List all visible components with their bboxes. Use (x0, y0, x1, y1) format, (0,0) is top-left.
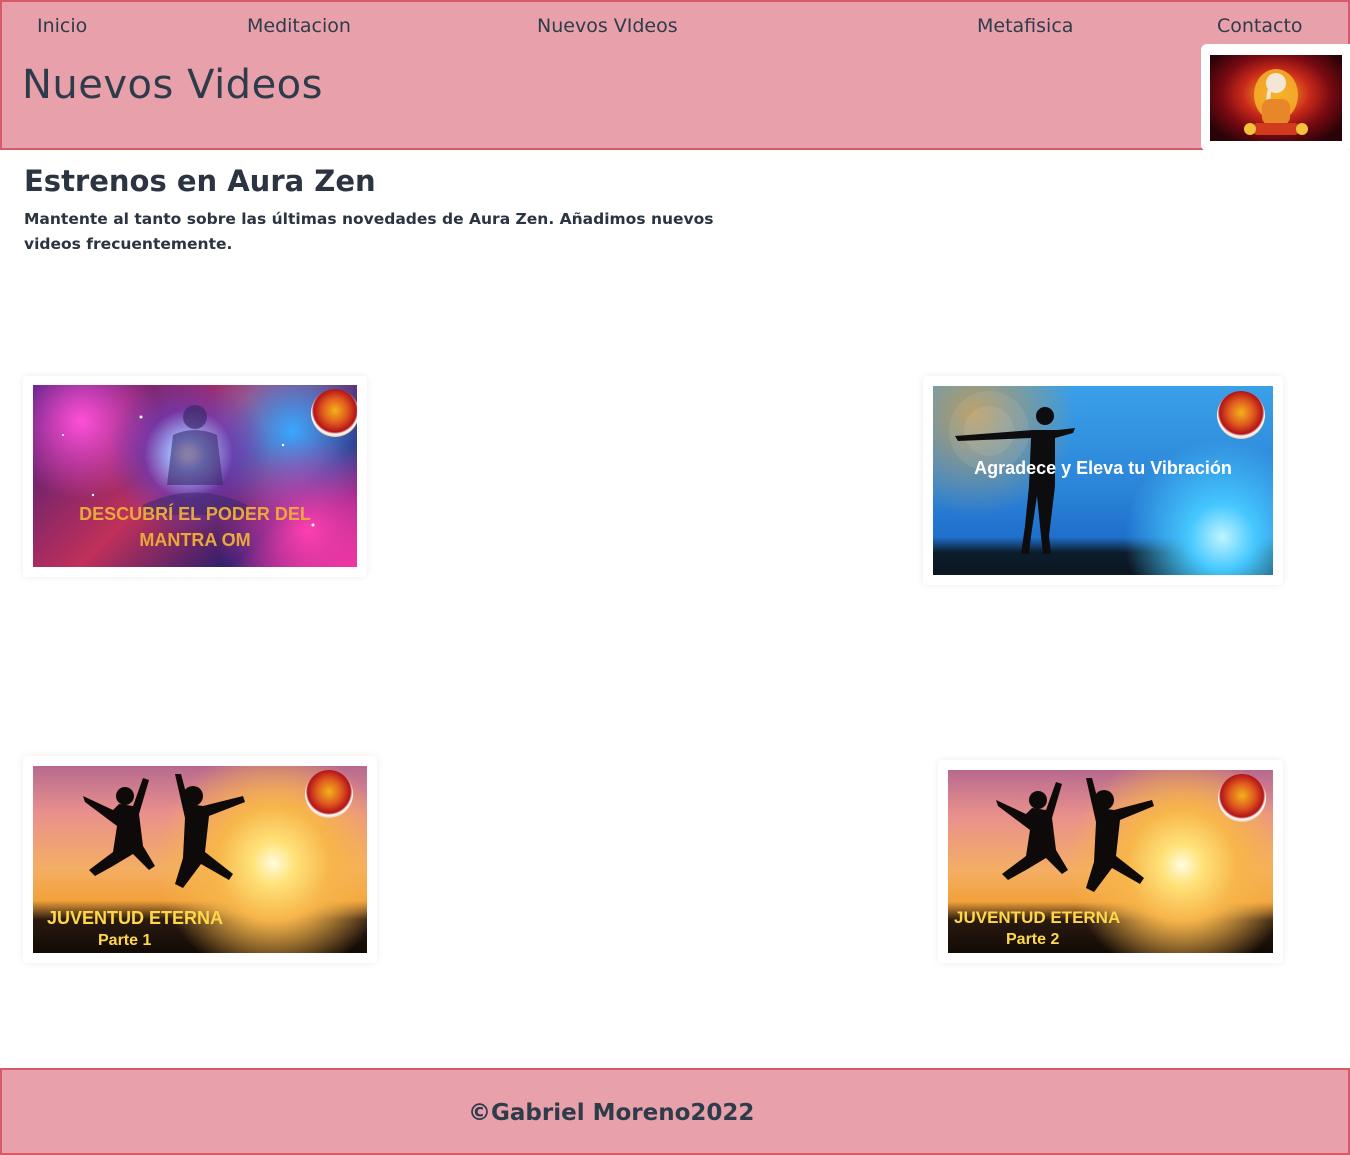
nav-inicio[interactable]: Inicio (37, 15, 87, 37)
thumbnail-title-line1: DESCUBRÍ EL PODER DEL (79, 504, 311, 524)
nav-contacto[interactable]: Contacto (1217, 15, 1303, 37)
nav-nuevos-videos[interactable]: Nuevos VIdeos (537, 15, 678, 37)
ganesha-figure-icon (1244, 69, 1308, 135)
video-thumbnail[interactable]: JUVENTUD ETERNA Parte 1 (33, 766, 367, 953)
logo[interactable] (1201, 44, 1350, 151)
ganesha-logo-image (1210, 55, 1342, 141)
thumbnail-title-line1: JUVENTUD ETERNA (47, 908, 224, 928)
thumbnail-title: Agradece y Eleva tu Vibración (974, 458, 1232, 478)
footer-copyright: ©Gabriel Moreno2022 (468, 1100, 755, 1126)
thumbnail-title-line2: Parte 1 (98, 932, 152, 949)
section-description: Mantente al tanto sobre las últimas nove… (24, 210, 714, 253)
video-thumbnail[interactable]: DESCUBRÍ EL PODER DEL MANTRA OM (33, 385, 357, 567)
channel-badge-icon (1217, 391, 1265, 439)
thumbnail-title-line2: MANTRA OM (139, 530, 251, 550)
channel-badge-icon (311, 389, 357, 437)
nav-meditacion[interactable]: Meditacion (247, 15, 351, 37)
site-header: Inicio Meditacion Nuevos VIdeos Metafisi… (0, 0, 1350, 151)
video-card-mantra-om[interactable]: DESCUBRÍ EL PODER DEL MANTRA OM (23, 376, 367, 577)
thumbnail-title-line2: Parte 2 (1006, 931, 1060, 948)
thumbnail-title-line1: JUVENTUD ETERNA (954, 908, 1121, 927)
video-card-agradece[interactable]: Agradece y Eleva tu Vibración (923, 376, 1283, 585)
channel-badge-icon (305, 770, 353, 818)
video-card-juventud-eterna-2[interactable]: JUVENTUD ETERNA Parte 2 (938, 760, 1283, 963)
video-thumbnail[interactable]: Agradece y Eleva tu Vibración (933, 386, 1273, 575)
page-title: Nuevos Videos (22, 62, 323, 108)
video-card-juventud-eterna-1[interactable]: JUVENTUD ETERNA Parte 1 (23, 756, 377, 963)
section-heading: Estrenos en Aura Zen (24, 164, 376, 198)
nav-metafisica[interactable]: Metafisica (977, 15, 1073, 37)
video-thumbnail[interactable]: JUVENTUD ETERNA Parte 2 (948, 770, 1273, 953)
channel-badge-icon (1218, 774, 1266, 822)
site-footer: ©Gabriel Moreno2022 (0, 1068, 1350, 1155)
